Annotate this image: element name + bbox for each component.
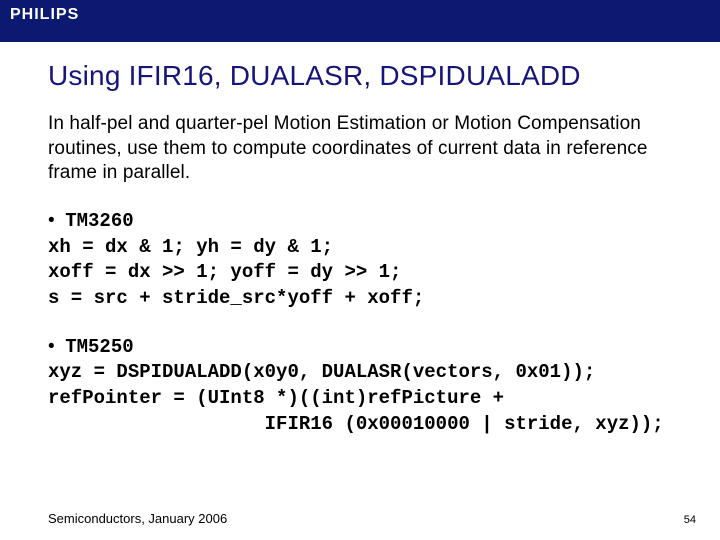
slide-content: Using IFIR16, DUALASR, DSPIDUALADD In ha… xyxy=(0,42,720,437)
page-number: 54 xyxy=(684,514,696,526)
bullet-tm3260: TM3260 xyxy=(48,208,676,235)
bullet-tm5250: TM5250 xyxy=(48,334,676,361)
slide-body: In half-pel and quarter-pel Motion Estim… xyxy=(48,112,676,186)
code-line: xh = dx & 1; yh = dy & 1; xyxy=(48,235,676,261)
code-line: xoff = dx >> 1; yoff = dy >> 1; xyxy=(48,260,676,286)
code-line: IFIR16 (0x00010000 | stride, xyz)); xyxy=(48,412,676,438)
footer-text: Semiconductors, January 2006 xyxy=(48,511,227,526)
code-line: refPointer = (UInt8 *)((int)refPicture + xyxy=(48,386,676,412)
philips-logo: PHILIPS xyxy=(0,0,720,24)
code-block-tm5250: TM5250 xyz = DSPIDUALADD(x0y0, DUALASR(v… xyxy=(48,334,676,438)
code-line: s = src + stride_src*yoff + xoff; xyxy=(48,286,676,312)
brand-header: PHILIPS xyxy=(0,0,720,42)
slide-title: Using IFIR16, DUALASR, DSPIDUALADD xyxy=(48,60,676,92)
code-block-tm3260: TM3260 xh = dx & 1; yh = dy & 1; xoff = … xyxy=(48,208,676,312)
code-line: xyz = DSPIDUALADD(x0y0, DUALASR(vectors,… xyxy=(48,360,676,386)
